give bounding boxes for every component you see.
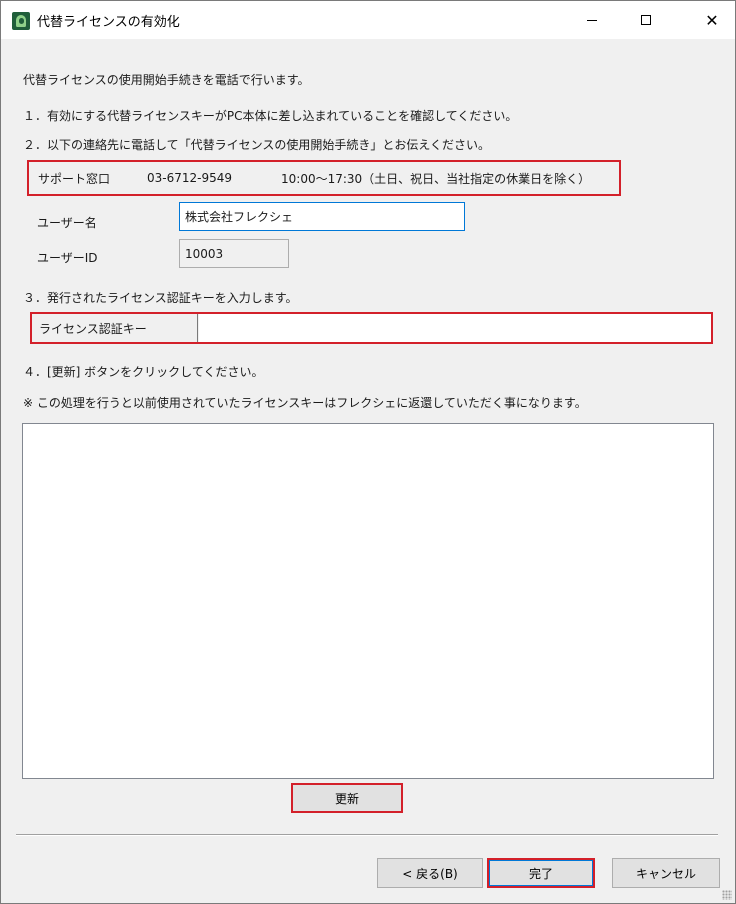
support-hours: 10:00～17:30（土日、祝日、当社指定の休業日を除く） [281,171,591,186]
user-name-label: ユーザー名 [37,216,97,230]
step2-text: ２．以下の連絡先に電話して「代替ライセンスの使用開始手続き」とお伝えください。 [23,138,491,152]
support-contact-box: サポート窓口 03-6712-9549 10:00～17:30（土日、祝日、当社… [27,160,621,196]
support-phone: 03-6712-9549 [147,171,233,185]
step3-text: ３．発行されたライセンス認証キーを入力します。 [23,291,298,305]
minimize-icon [587,19,597,21]
title-bar: 代替ライセンスの有効化 ✕ [1,1,735,39]
update-button[interactable]: 更新 [291,783,403,813]
maximize-button[interactable] [623,1,669,39]
license-key-label: ライセンス認証キー [32,314,198,342]
maximize-icon [641,15,651,25]
window-title: 代替ライセンスの有効化 [37,15,180,30]
minimize-button[interactable] [569,1,615,39]
user-id-field: 10003 [179,239,289,268]
support-label: サポート窓口 [38,171,111,186]
user-id-label: ユーザーID [37,251,98,265]
step4-text: ４．[更新] ボタンをクリックしてください。 [23,365,264,379]
license-key-input[interactable] [199,314,711,342]
step1-text: １．有効にする代替ライセンスキーがPC本体に差し込まれていることを確認してくださ… [23,109,518,123]
back-button[interactable]: < 戻る(B) [377,858,483,888]
finish-button[interactable]: 完了 [487,858,595,888]
note-text: ※ この処理を行うと以前使用されていたライセンスキーはフレクシェに返還していただ… [23,396,587,410]
dialog-window: 代替ライセンスの有効化 ✕ 代替ライセンスの使用開始手続きを電話で行います。 １… [0,0,736,904]
resize-grip-icon[interactable] [722,890,732,900]
user-name-value: 株式会社フレクシェ [185,210,294,224]
cancel-button[interactable]: キャンセル [612,858,720,888]
close-icon: ✕ [705,10,719,30]
app-icon [12,12,30,30]
user-name-field[interactable]: 株式会社フレクシェ [179,202,465,231]
close-button[interactable]: ✕ [689,1,735,39]
intro-text: 代替ライセンスの使用開始手続きを電話で行います。 [23,73,310,87]
footer-divider [16,834,718,836]
result-log-area[interactable] [22,423,714,779]
user-id-value: 10003 [185,246,224,261]
license-key-row: ライセンス認証キー [30,312,713,344]
